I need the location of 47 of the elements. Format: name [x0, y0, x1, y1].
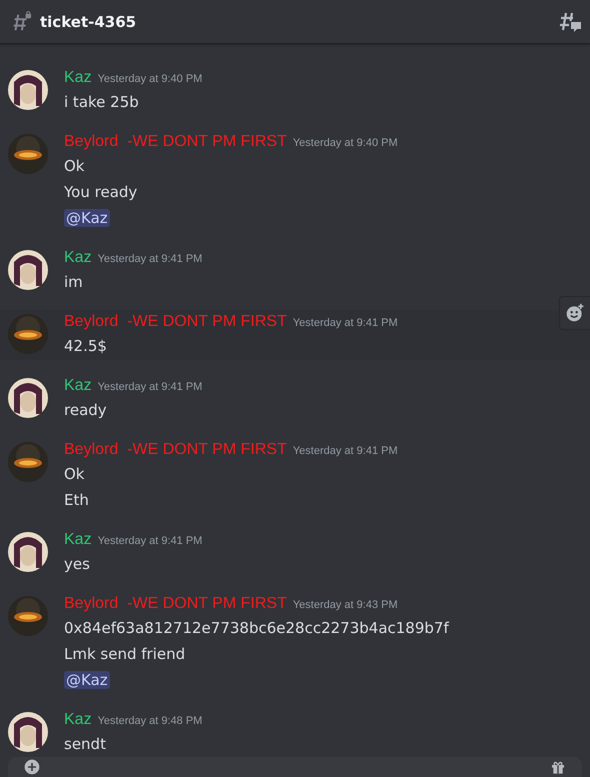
user-mention[interactable]: @Kaz	[64, 671, 110, 689]
plus-icon[interactable]	[24, 759, 40, 775]
message-text: 0x84ef63a812712e7738bc6e28cc2273b4ac189b7f	[64, 619, 449, 637]
message-text: Eth	[64, 491, 89, 509]
username[interactable]: Kaz	[64, 531, 92, 549]
timestamp: Yesterday at 9:43 PM	[292, 599, 398, 611]
avatar[interactable]	[8, 596, 48, 636]
avatar[interactable]	[8, 532, 48, 572]
avatar[interactable]	[8, 712, 48, 752]
timestamp: Yesterday at 9:41 PM	[98, 535, 202, 547]
avatar[interactable]	[8, 250, 48, 290]
message-text: Ok	[64, 465, 84, 483]
timestamp: Yesterday at 9:48 PM	[98, 715, 202, 727]
add-reaction-button[interactable]	[559, 296, 590, 330]
message-text: ready	[64, 401, 107, 419]
avatar[interactable]	[8, 134, 48, 174]
username[interactable]: Kaz	[64, 249, 92, 267]
message-text: i take 25b	[64, 93, 139, 111]
message-input[interactable]	[8, 757, 582, 777]
gift-icon[interactable]	[550, 759, 566, 775]
username[interactable]: Beylord -WE DONT PM FIRST	[64, 133, 287, 151]
message-text: Lmk send friend	[64, 645, 186, 663]
message-text: sendt	[64, 735, 106, 753]
avatar[interactable]	[8, 70, 48, 110]
username[interactable]: Beylord -WE DONT PM FIRST	[64, 441, 287, 459]
message-text: 42.5$	[64, 337, 107, 355]
message-text: Ok	[64, 157, 84, 175]
user-mention[interactable]: @Kaz	[64, 209, 110, 227]
avatar[interactable]	[8, 378, 48, 418]
timestamp: Yesterday at 9:40 PM	[98, 73, 202, 85]
timestamp: Yesterday at 9:41 PM	[98, 381, 202, 393]
emoji-icon	[565, 303, 585, 323]
username[interactable]: Kaz	[64, 711, 92, 729]
timestamp: Yesterday at 9:40 PM	[292, 137, 398, 149]
username[interactable]: Kaz	[64, 69, 92, 87]
channel-title: ticket-4365	[40, 12, 138, 30]
message-text: im	[64, 273, 83, 291]
avatar[interactable]	[8, 314, 48, 354]
message-text: You ready	[64, 183, 138, 201]
timestamp: Yesterday at 9:41 PM	[98, 253, 202, 265]
username[interactable]: Kaz	[64, 377, 92, 395]
timestamp: Yesterday at 9:41 PM	[292, 445, 398, 457]
avatar[interactable]	[8, 442, 48, 482]
message-text: yes	[64, 555, 90, 573]
username[interactable]: Beylord -WE DONT PM FIRST	[64, 313, 287, 331]
username[interactable]: Beylord -WE DONT PM FIRST	[64, 595, 287, 613]
timestamp: Yesterday at 9:41 PM	[292, 317, 398, 329]
